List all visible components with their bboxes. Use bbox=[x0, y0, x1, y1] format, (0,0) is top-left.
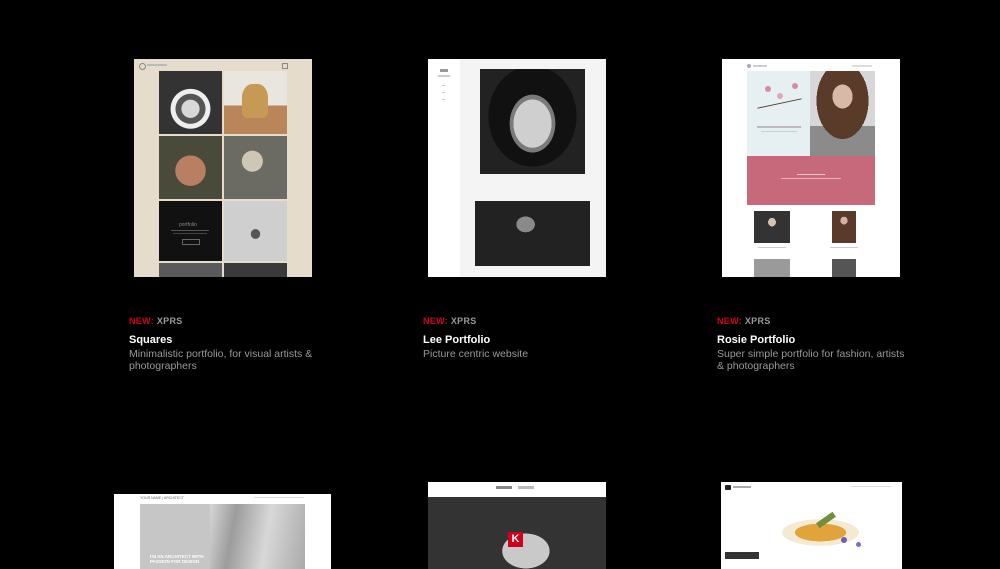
template-preview-architect[interactable]: YOUR NAME | ARCHITECT I'M AN ARCHITECT W… bbox=[114, 494, 331, 569]
template-preview-k-portrait[interactable]: K bbox=[428, 482, 606, 569]
preview-pink-banner bbox=[747, 156, 875, 205]
new-badge: NEW: XPRS bbox=[717, 316, 907, 327]
k-logo-tile: K bbox=[508, 532, 523, 547]
preview-photo bbox=[754, 259, 790, 277]
preview-photo bbox=[754, 211, 790, 243]
preview-photo bbox=[159, 136, 222, 199]
preview-photo bbox=[810, 71, 875, 156]
preview-photo bbox=[159, 71, 222, 134]
badge-product-label: XPRS bbox=[450, 316, 477, 326]
preview-photo bbox=[475, 201, 590, 266]
badge-new-label: NEW: bbox=[717, 316, 743, 326]
template-preview-squares[interactable]: portfolio bbox=[134, 59, 312, 277]
badge-new-label: NEW: bbox=[129, 316, 155, 326]
template-description: Super simple portfolio for fashion, arti… bbox=[717, 348, 905, 372]
template-preview-food[interactable] bbox=[721, 482, 902, 569]
preview-photo bbox=[480, 69, 585, 174]
preview-blossom bbox=[747, 71, 810, 156]
preview-photo bbox=[832, 259, 856, 277]
template-title[interactable]: Squares bbox=[129, 334, 319, 347]
template-preview-lee-portfolio[interactable] bbox=[428, 59, 606, 277]
template-preview-rosie-portfolio[interactable] bbox=[722, 59, 900, 277]
badge-product-label: XPRS bbox=[744, 316, 771, 326]
new-badge: NEW: XPRS bbox=[129, 316, 319, 327]
preview-photo bbox=[832, 211, 856, 243]
new-badge: NEW: XPRS bbox=[423, 316, 623, 327]
template-description: Minimalistic portfolio, for visual artis… bbox=[129, 348, 313, 372]
badge-product-label: XPRS bbox=[156, 316, 183, 326]
preview-photo bbox=[224, 136, 287, 199]
template-title[interactable]: Lee Portfolio bbox=[423, 334, 623, 347]
template-title[interactable]: Rosie Portfolio bbox=[717, 334, 907, 347]
badge-new-label: NEW: bbox=[423, 316, 449, 326]
preview-photo bbox=[224, 263, 287, 277]
preview-photo bbox=[224, 201, 287, 261]
template-description: Picture centric website bbox=[423, 348, 529, 360]
preview-photo bbox=[159, 263, 222, 277]
preview-text-tile: portfolio bbox=[159, 201, 222, 261]
